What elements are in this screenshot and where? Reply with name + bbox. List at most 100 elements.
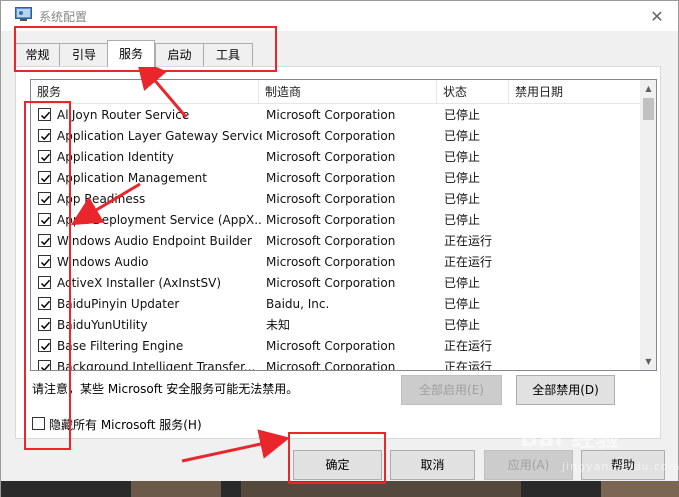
table-row[interactable]: AppX Deployment Service (AppX... Microsof… xyxy=(31,210,640,231)
service-manufacturer: Microsoft Corporation xyxy=(266,213,396,227)
service-manufacturer: Microsoft Corporation xyxy=(266,339,396,353)
hide-microsoft-services-checkbox[interactable] xyxy=(32,417,45,430)
service-disabled-date xyxy=(516,294,631,315)
table-row[interactable]: Windows Audio Endpoint Builder Microsoft … xyxy=(31,231,640,252)
notice-text: 请注意，某些 Microsoft 安全服务可能无法禁用。 xyxy=(32,382,299,396)
service-status: 已停止 xyxy=(444,276,481,290)
service-checkbox[interactable] xyxy=(38,192,51,205)
table-row[interactable]: App Readiness Microsoft Corporation 已停止 xyxy=(31,189,640,210)
apply-button[interactable]: 应用(A) xyxy=(484,450,573,480)
service-name: Background Intelligent Transfer... xyxy=(57,360,256,371)
table-row[interactable]: Windows Audio Microsoft Corporation 正在运行 xyxy=(31,252,640,273)
msconfig-icon xyxy=(15,7,32,22)
table-row[interactable]: BaiduPinyin Updater Baidu, Inc. 已停止 xyxy=(31,294,640,315)
tab-services[interactable]: 服务 xyxy=(107,40,155,67)
service-status: 已停止 xyxy=(444,150,481,164)
service-name: BaiduYunUtility xyxy=(57,318,148,332)
service-checkbox[interactable] xyxy=(38,318,51,331)
service-checkbox[interactable] xyxy=(38,234,51,247)
tab-startup[interactable]: 启动 xyxy=(155,43,204,67)
table-row[interactable]: AllJoyn Router Service Microsoft Corporat… xyxy=(31,105,640,126)
service-name: Windows Audio Endpoint Builder xyxy=(57,234,252,248)
service-manufacturer: Microsoft Corporation xyxy=(266,255,396,269)
title-bar: 系统配置 ✕ xyxy=(1,1,678,31)
service-checkbox[interactable] xyxy=(38,108,51,121)
service-status: 已停止 xyxy=(444,297,481,311)
service-status: 正在运行 xyxy=(444,234,493,248)
cancel-button[interactable]: 取消 xyxy=(390,450,475,480)
table-row[interactable]: Base Filtering Engine Microsoft Corporati… xyxy=(31,336,640,357)
vertical-scrollbar[interactable]: ▲ ▼ xyxy=(640,80,656,370)
service-name: Application Management xyxy=(57,171,207,185)
table-row[interactable]: ActiveX Installer (AxInstSV) Microsoft Co… xyxy=(31,273,640,294)
service-name: Application Layer Gateway Service xyxy=(57,129,262,143)
service-checkbox[interactable] xyxy=(38,213,51,226)
close-button[interactable]: ✕ xyxy=(645,5,669,27)
column-header-service[interactable]: 服务 xyxy=(31,80,259,104)
scroll-thumb[interactable] xyxy=(643,98,654,120)
service-checkbox[interactable] xyxy=(38,339,51,352)
service-manufacturer: Microsoft Corporation xyxy=(266,171,396,185)
tab-tools[interactable]: 工具 xyxy=(203,43,253,67)
service-disabled-date xyxy=(516,168,631,189)
tab-boot[interactable]: 引导 xyxy=(59,43,109,67)
enable-all-button[interactable]: 全部启用(E) xyxy=(401,375,502,405)
service-manufacturer: Microsoft Corporation xyxy=(266,129,396,143)
service-disabled-date xyxy=(516,273,631,294)
tab-general[interactable]: 常规 xyxy=(15,43,60,67)
window-title: 系统配置 xyxy=(39,10,88,24)
column-header-status[interactable]: 状态 xyxy=(437,80,509,104)
table-row[interactable]: BaiduYunUtility 未知 已停止 xyxy=(31,315,640,336)
column-header-disabled-date[interactable]: 禁用日期 xyxy=(509,80,640,104)
service-status: 已停止 xyxy=(444,192,481,206)
service-checkbox[interactable] xyxy=(38,297,51,310)
service-manufacturer: Microsoft Corporation xyxy=(266,150,396,164)
column-header-manufacturer[interactable]: 制造商 xyxy=(259,80,437,104)
service-status: 正在运行 xyxy=(444,360,493,371)
service-name: AllJoyn Router Service xyxy=(57,108,190,122)
ok-button[interactable]: 确定 xyxy=(293,450,382,480)
table-row[interactable]: Application Layer Gateway Service Microso… xyxy=(31,126,640,147)
service-manufacturer: Microsoft Corporation xyxy=(266,276,396,290)
service-disabled-date xyxy=(516,126,631,147)
service-disabled-date xyxy=(516,357,631,370)
scroll-up-icon[interactable]: ▲ xyxy=(640,80,656,97)
list-header: 服务 制造商 状态 禁用日期 xyxy=(31,80,640,104)
table-row[interactable]: Background Intelligent Transfer... Micros… xyxy=(31,357,640,371)
service-manufacturer: Microsoft Corporation xyxy=(266,234,396,248)
service-disabled-date xyxy=(516,210,631,231)
service-name: AppX Deployment Service (AppX... xyxy=(57,213,262,227)
background-photo-strip xyxy=(1,481,679,497)
services-rows: AllJoyn Router Service Microsoft Corporat… xyxy=(31,105,640,371)
system-configuration-window: 系统配置 ✕ 常规 引导 服务 启动 工具 服务 制造商 状态 禁用日期 All… xyxy=(0,0,679,497)
service-status: 已停止 xyxy=(444,213,481,227)
help-button[interactable]: 帮助 xyxy=(581,450,665,480)
service-checkbox[interactable] xyxy=(38,150,51,163)
service-manufacturer: Microsoft Corporation xyxy=(266,360,396,371)
services-list: 服务 制造商 状态 禁用日期 AllJoyn Router Service Mic… xyxy=(30,79,657,371)
service-name: Application Identity xyxy=(57,150,174,164)
disable-all-button[interactable]: 全部禁用(D) xyxy=(516,375,615,405)
service-name: App Readiness xyxy=(57,192,146,206)
service-name: ActiveX Installer (AxInstSV) xyxy=(57,276,222,290)
hide-microsoft-services-label: 隐藏所有 Microsoft 服务(H) xyxy=(49,418,202,432)
services-panel: 服务 制造商 状态 禁用日期 AllJoyn Router Service Mic… xyxy=(15,66,661,439)
service-manufacturer: Microsoft Corporation xyxy=(266,108,396,122)
service-checkbox[interactable] xyxy=(38,360,51,370)
service-checkbox[interactable] xyxy=(38,276,51,289)
service-disabled-date xyxy=(516,147,631,168)
table-row[interactable]: Application Identity Microsoft Corporatio… xyxy=(31,147,640,168)
service-checkbox[interactable] xyxy=(38,255,51,268)
service-disabled-date xyxy=(516,189,631,210)
service-status: 正在运行 xyxy=(444,339,493,353)
service-manufacturer: 未知 xyxy=(266,318,291,332)
service-name: Windows Audio xyxy=(57,255,149,269)
service-manufacturer: Baidu, Inc. xyxy=(266,297,330,311)
service-disabled-date xyxy=(516,252,631,273)
service-status: 已停止 xyxy=(444,171,481,185)
scroll-down-icon[interactable]: ▼ xyxy=(640,353,656,370)
service-disabled-date xyxy=(516,315,631,336)
service-checkbox[interactable] xyxy=(38,129,51,142)
table-row[interactable]: Application Management Microsoft Corporat… xyxy=(31,168,640,189)
service-checkbox[interactable] xyxy=(38,171,51,184)
